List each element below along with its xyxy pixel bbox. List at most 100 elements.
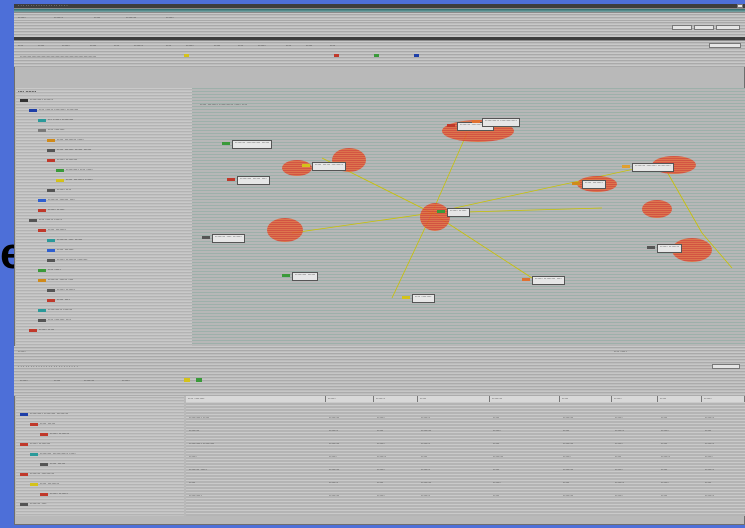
graph-node[interactable]: ····· ······ ········· bbox=[302, 162, 346, 171]
bottom-tree-item[interactable]: ······ ········· bbox=[20, 442, 50, 446]
tree-item[interactable]: ······ ···· bbox=[47, 188, 71, 192]
menu-view[interactable]: ····· bbox=[94, 15, 100, 20]
table-column-header[interactable]: ······ bbox=[612, 396, 658, 402]
graph-node[interactable]: ········ ········ ·········· bbox=[622, 163, 674, 172]
tree-item[interactable]: ·········· ···· ····· bbox=[56, 168, 93, 172]
bottom-tree-item[interactable]: ········ ·········· bbox=[20, 472, 54, 476]
tree-item[interactable]: ····· ······· ······ ······ bbox=[47, 148, 91, 152]
tree-item[interactable]: ···· ······ ········· ········· bbox=[29, 108, 78, 112]
bottom-tab-2[interactable]: ····· bbox=[54, 378, 60, 383]
table-column-header[interactable]: ····· bbox=[418, 396, 490, 402]
bottom-tree-item[interactable]: ·········· ········· ········· bbox=[20, 412, 68, 416]
bottom-tree-item[interactable]: ······ ······· bbox=[40, 492, 68, 496]
tree-item[interactable]: ····· ········ ······ bbox=[56, 178, 93, 182]
tree-item[interactable]: ······ ········ ········ bbox=[47, 258, 88, 262]
tree-item[interactable]: ··········· ······· bbox=[38, 308, 72, 312]
tree-item[interactable]: ···· ······ ······ bbox=[29, 218, 62, 222]
toolbar-item-5[interactable]: ···· bbox=[114, 43, 119, 48]
bottom-tab-1[interactable]: ······ bbox=[20, 378, 28, 383]
bottom-tree-item[interactable]: ······ ········ bbox=[40, 432, 69, 436]
toolbar-item-7[interactable]: ···· bbox=[166, 43, 171, 48]
graph-node[interactable]: ··········· ············· bbox=[472, 118, 520, 127]
tree-item[interactable]: ···· ········ ···· bbox=[38, 318, 71, 322]
table-column-header[interactable]: ······ bbox=[326, 396, 374, 402]
graph-node[interactable]: ···· ········ bbox=[402, 294, 435, 303]
graph-node[interactable]: ········· ······ bbox=[282, 272, 319, 281]
table-column-header[interactable]: ········ bbox=[490, 396, 560, 402]
tree-item[interactable]: ····· ········· ····· bbox=[47, 138, 84, 142]
graph-node[interactable]: ······ ········· ···· bbox=[522, 276, 565, 285]
bottom-tab-4[interactable]: ······ bbox=[122, 378, 130, 383]
toolbar-item-13[interactable]: ····· bbox=[306, 43, 312, 48]
menu-help[interactable]: ······ bbox=[166, 15, 174, 20]
table-cell: ·········· ········· bbox=[189, 441, 215, 446]
table-cell: ······· bbox=[421, 415, 430, 420]
tree-item[interactable]: ······ ······ bbox=[38, 208, 65, 212]
bottom-tree-item[interactable]: ····· ······ bbox=[40, 462, 65, 466]
graph-node[interactable]: ······ ········ bbox=[647, 244, 683, 253]
toolbar-item-9[interactable]: ····· bbox=[214, 43, 220, 48]
tree-item[interactable]: ········ ···· ······ bbox=[47, 238, 82, 242]
graph-node[interactable]: ········ ···· ······· bbox=[202, 234, 245, 243]
filter-icon[interactable] bbox=[184, 378, 190, 382]
tree-node-icon bbox=[38, 198, 46, 202]
toolbar-item-3[interactable]: ······ bbox=[62, 43, 70, 48]
menu-file[interactable]: ······ bbox=[18, 15, 26, 20]
tree-item[interactable]: ···· ········ bbox=[38, 128, 65, 132]
menu-tools[interactable]: ········ bbox=[126, 15, 136, 20]
tree-item[interactable]: ········ ······· ···· bbox=[38, 198, 75, 202]
toolbar-item-14[interactable]: ···· bbox=[330, 43, 335, 48]
tree-item[interactable]: ···· ····· bbox=[38, 268, 61, 272]
toolbar-item-8[interactable]: ······ bbox=[186, 43, 194, 48]
toolbar-item-4[interactable]: ····· bbox=[90, 43, 96, 48]
toolbar-item-6[interactable]: ······· bbox=[134, 43, 143, 48]
bottom-tree-item[interactable]: ····· ······ bbox=[30, 422, 55, 426]
toolbar-item-2[interactable]: ····· bbox=[38, 43, 44, 48]
table-cell: ····· bbox=[189, 480, 196, 485]
close-button[interactable] bbox=[737, 4, 743, 8]
tree-item-label: ··········· ······· bbox=[48, 307, 73, 312]
table-column-header[interactable]: ······· bbox=[374, 396, 418, 402]
bottom-tree-item[interactable]: ········· ············ ····· bbox=[30, 452, 76, 456]
table-column-header[interactable]: ···· ········ bbox=[186, 396, 326, 402]
toolbar-button-b[interactable] bbox=[694, 25, 714, 30]
toolbar-item-11[interactable]: ······ bbox=[258, 43, 266, 48]
table-column-header[interactable]: ······ bbox=[702, 396, 745, 402]
toolbar-button-c[interactable] bbox=[716, 25, 740, 30]
bottom-tree-item[interactable]: ········ ···· bbox=[20, 502, 47, 506]
tree-item[interactable]: ·········· ······· bbox=[20, 98, 53, 102]
upper-toolbar bbox=[14, 21, 745, 37]
address-field[interactable]: ········································… bbox=[20, 54, 96, 59]
tree-item[interactable]: ······ ····· bbox=[29, 328, 54, 332]
toolbar-item-1[interactable]: ···· bbox=[18, 43, 23, 48]
bottom-tree-item[interactable]: ····· ········· bbox=[30, 482, 59, 486]
toolbar-item-12[interactable]: ···· bbox=[286, 43, 291, 48]
bottom-panel-button[interactable] bbox=[712, 364, 740, 369]
toolbar-right-button[interactable] bbox=[709, 43, 741, 48]
graph-node[interactable]: ········ ··········· ······ bbox=[222, 140, 273, 149]
graph-node[interactable]: ········· ······ ···· bbox=[227, 176, 270, 185]
toolbar-button-a[interactable] bbox=[672, 25, 692, 30]
bottom-tab-3[interactable]: ········ bbox=[84, 378, 94, 383]
refresh-icon[interactable] bbox=[196, 378, 202, 382]
tree-item[interactable]: ········ ······ ···· bbox=[38, 278, 73, 282]
tree-node-icon bbox=[38, 228, 46, 232]
graph-canvas[interactable]: ····· ········ ··········· ····· ···· ··… bbox=[192, 88, 745, 346]
bottom-tree-icon bbox=[20, 442, 28, 446]
graph-node[interactable]: ······ ······ bbox=[437, 208, 470, 217]
tree-item[interactable]: ······ ········· bbox=[47, 158, 77, 162]
table-column-header[interactable]: ····· bbox=[658, 396, 702, 402]
table-cell: ······· bbox=[615, 428, 624, 433]
tree-item[interactable]: ····· ···· bbox=[47, 298, 70, 302]
tree-item-label: ········ ···· ······ bbox=[57, 237, 83, 242]
menu-edit[interactable]: ······· bbox=[54, 15, 63, 20]
bottom-tree-icon bbox=[30, 482, 38, 486]
tree-item[interactable]: ······ ······· bbox=[47, 288, 75, 292]
tree-item[interactable]: ····· ······· bbox=[47, 248, 74, 252]
tree-item[interactable]: ··· ······ ········· bbox=[38, 118, 73, 122]
main-toolbar: ···· ····· ······ ····· ···· ······· ···… bbox=[14, 41, 745, 67]
tree-item[interactable]: ····· ········ bbox=[38, 228, 66, 232]
graph-node[interactable]: ····· ········ bbox=[572, 180, 606, 189]
toolbar-item-10[interactable]: ···· bbox=[238, 43, 243, 48]
table-column-header[interactable]: ····· bbox=[560, 396, 612, 402]
